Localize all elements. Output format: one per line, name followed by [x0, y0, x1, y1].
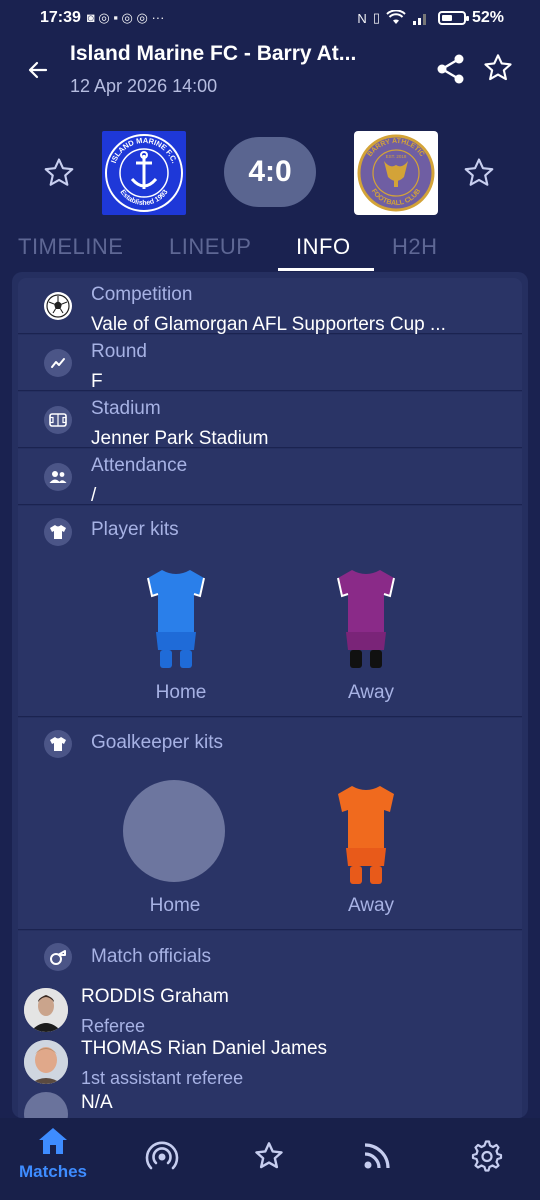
battery-icon [437, 11, 469, 25]
round-label: Round [91, 341, 147, 362]
bottom-navigation: Matches [0, 1118, 540, 1200]
signal-icon [412, 14, 426, 25]
info-card: Competition Vale of Glamorgan AFL Suppor… [12, 272, 528, 1118]
favorite-home-team-button[interactable] [42, 156, 76, 190]
back-button[interactable] [22, 54, 54, 86]
official-name: RODDIS Graham [81, 986, 229, 1007]
stadium-label: Stadium [91, 398, 161, 419]
star-outline-icon [484, 54, 512, 81]
away-player-kit [337, 570, 395, 668]
shirt-icon [44, 518, 72, 546]
home-icon [39, 1128, 67, 1154]
rss-feed-icon [364, 1143, 390, 1169]
people-icon [44, 463, 72, 491]
whistle-icon [44, 943, 72, 971]
crest-icon: BARRY ATHLETIC EST. 2018 FOOTBALL CLUB [357, 134, 435, 212]
attendance-row: Attendance / [18, 449, 522, 506]
competition-row[interactable]: Competition Vale of Glamorgan AFL Suppor… [18, 278, 522, 335]
app-header: Island Marine FC - Barry At... 12 Apr 20… [0, 36, 540, 108]
tab-h2h[interactable]: H2H [392, 234, 438, 260]
nfc-icon: N [357, 10, 367, 26]
wifi-icon [386, 10, 406, 24]
official-name: N/A [81, 1092, 113, 1113]
tab-lineup[interactable]: LINEUP [169, 234, 251, 260]
player-kits-title: Player kits [91, 519, 179, 540]
tab-info[interactable]: INFO [296, 234, 351, 260]
nav-matches[interactable]: Matches [8, 1126, 98, 1196]
round-row: Round F [18, 335, 522, 392]
match-score: 4:0 [224, 137, 316, 207]
nav-matches-label: Matches [18, 1162, 88, 1181]
favorite-match-button[interactable] [482, 52, 514, 84]
away-kit-label: Away [347, 682, 395, 703]
home-goalkeeper-kit-placeholder [123, 780, 225, 882]
goalkeeper-kits-section: Goalkeeper kits Home Away [18, 718, 522, 930]
star-outline-icon [464, 158, 494, 186]
share-icon [437, 54, 464, 84]
broadcast-icon [145, 1141, 179, 1170]
tab-timeline[interactable]: TIMELINE [18, 234, 123, 260]
shirt-icon [44, 730, 72, 758]
attendance-value: / [91, 485, 97, 506]
soccer-ball-icon [44, 292, 72, 320]
page-title: Island Marine FC - Barry At... [70, 42, 357, 65]
stadium-value: Jenner Park Stadium [91, 428, 269, 449]
arrow-left-icon [28, 61, 48, 79]
match-datetime: 12 Apr 2026 14:00 [70, 76, 218, 96]
competition-label: Competition [91, 284, 193, 305]
nav-live[interactable] [117, 1126, 207, 1196]
nav-news[interactable] [332, 1126, 422, 1196]
home-kit-label: Home [155, 682, 207, 703]
anchor-crest-icon: ISLAND MARINE F.C. Established 1993 [105, 134, 183, 212]
star-outline-icon [44, 158, 74, 186]
home-team-logo[interactable]: ISLAND MARINE F.C. Established 1993 [102, 131, 186, 215]
away-logo-est-text: EST. 2018 [386, 154, 407, 159]
goalkeeper-kits-title: Goalkeeper kits [91, 732, 224, 753]
scoreboard: ISLAND MARINE F.C. Established 1993 4:0 … [0, 128, 540, 220]
gear-icon [471, 1140, 503, 1172]
trend-icon [44, 349, 72, 377]
away-goalkeeper-kit [338, 786, 394, 884]
player-kits-section: Player kits Home Away [18, 506, 522, 717]
nav-favorites[interactable] [224, 1126, 314, 1196]
status-bar: 17:39 ◙ ◎ ▪ ◎ ◎ ··· N ▯ 52% [0, 0, 540, 36]
away-gk-kit-label: Away [347, 895, 395, 916]
active-tab-indicator [278, 268, 374, 271]
home-gk-kit-label: Home [149, 895, 201, 916]
battery-percent: 52% [471, 9, 504, 26]
home-player-kit [147, 570, 205, 668]
notification-icons: ◙ ◎ ▪ ◎ ◎ ··· [86, 10, 165, 25]
round-value: F [91, 371, 103, 392]
nav-settings[interactable] [442, 1126, 532, 1196]
stadium-icon [44, 406, 72, 434]
officials-title: Match officials [91, 946, 212, 967]
stadium-row: Stadium Jenner Park Stadium [18, 392, 522, 449]
star-outline-icon [255, 1142, 283, 1169]
official-role: Referee [81, 1016, 146, 1036]
official-role: 1st assistant referee [81, 1068, 244, 1088]
avatar [24, 988, 68, 1032]
share-button[interactable] [434, 52, 468, 86]
vibrate-icon: ▯ [372, 10, 380, 25]
avatar [24, 1040, 68, 1084]
away-team-logo[interactable]: BARRY ATHLETIC EST. 2018 FOOTBALL CLUB [354, 131, 438, 215]
match-tabs: TIMELINE LINEUP INFO H2H [0, 228, 540, 272]
competition-value: Vale of Glamorgan AFL Supporters Cup ... [91, 314, 446, 335]
attendance-label: Attendance [91, 455, 188, 476]
status-time: 17:39 [40, 9, 81, 26]
favorite-away-team-button[interactable] [462, 156, 496, 190]
official-name: THOMAS Rian Daniel James [81, 1038, 328, 1059]
